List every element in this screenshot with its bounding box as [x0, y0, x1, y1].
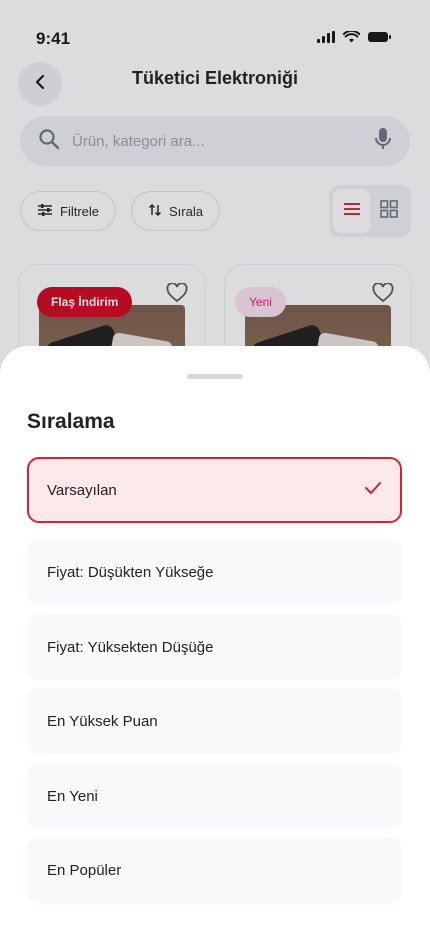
sheet-title: Sıralama — [27, 410, 115, 433]
sort-option-newest[interactable]: En Yeni — [27, 763, 402, 829]
sort-option-label: En Popüler — [47, 861, 122, 879]
check-icon — [364, 481, 382, 499]
sort-option-label: En Yüksek Puan — [47, 712, 158, 730]
sheet-handle[interactable] — [187, 374, 243, 379]
sort-option-label: Varsayılan — [47, 481, 117, 499]
sort-option-price-asc[interactable]: Fiyat: Düşükten Yükseğe — [27, 539, 402, 605]
sort-bottom-sheet: Sıralama Varsayılan Fiyat: Düşükten Yüks… — [0, 346, 430, 930]
sort-option-label: En Yeni — [47, 787, 98, 805]
sort-option-label: Fiyat: Yüksekten Düşüğe — [47, 638, 214, 656]
sort-option-price-desc[interactable]: Fiyat: Yüksekten Düşüğe — [27, 614, 402, 680]
sort-option-label: Fiyat: Düşükten Yükseğe — [47, 563, 214, 581]
sort-option-top-rated[interactable]: En Yüksek Puan — [27, 688, 402, 754]
sort-option-default[interactable]: Varsayılan — [27, 457, 402, 523]
sort-option-popular[interactable]: En Popüler — [27, 837, 402, 903]
